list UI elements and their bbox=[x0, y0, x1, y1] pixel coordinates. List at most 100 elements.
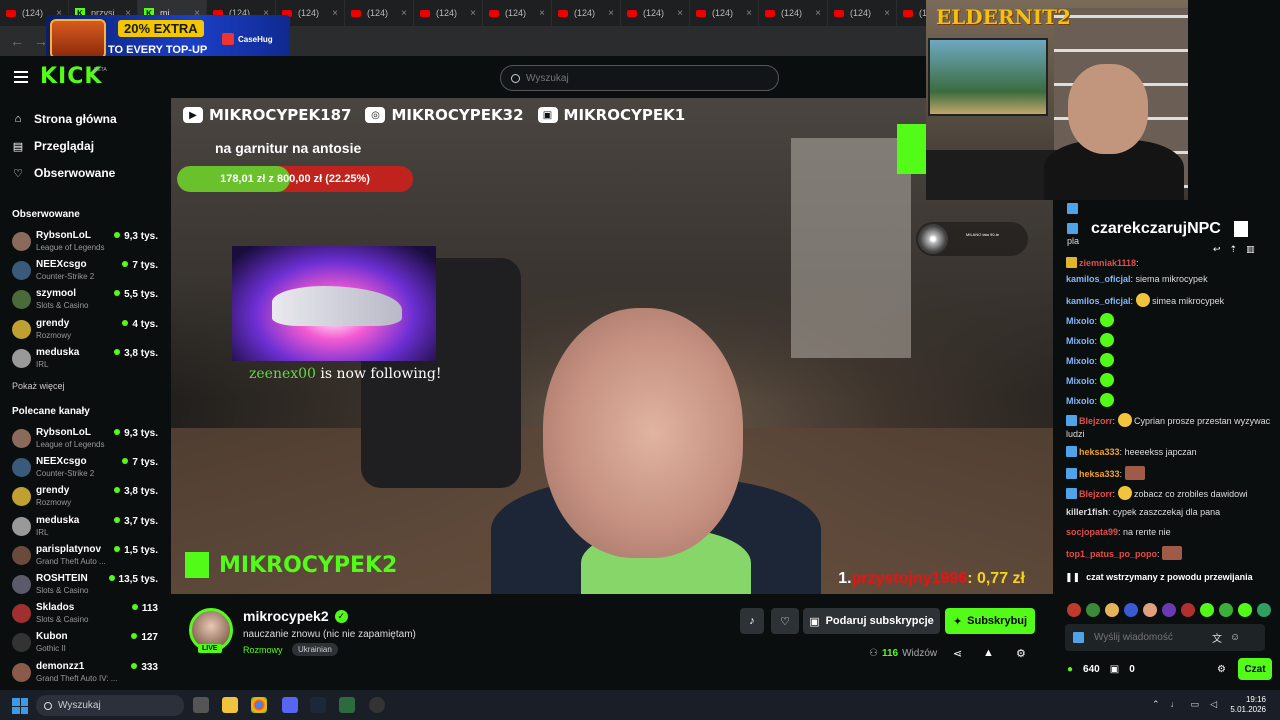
browser-tab[interactable]: (124)× bbox=[759, 0, 828, 26]
chat-message[interactable]: Mixolo: bbox=[1066, 353, 1271, 368]
chat-username[interactable]: kamilos_oficjal bbox=[1066, 296, 1131, 306]
chat-username[interactable]: Mixolo bbox=[1066, 356, 1095, 366]
emote-icon[interactable] bbox=[1086, 603, 1100, 617]
discord-icon[interactable] bbox=[282, 697, 298, 713]
points-count[interactable]: 640 bbox=[1083, 664, 1100, 675]
chat-message[interactable]: Mixolo: bbox=[1066, 393, 1271, 408]
pin-icon[interactable]: ⇡ bbox=[1230, 244, 1238, 255]
delete-icon[interactable]: ▥ bbox=[1246, 244, 1255, 255]
channel-item[interactable]: meduska IRL 3,7 tys. bbox=[12, 514, 162, 542]
chat-message[interactable]: kamilos_oficjal: siema mikrocypek bbox=[1066, 273, 1271, 286]
emote-icon[interactable] bbox=[1143, 603, 1157, 617]
emote-icon[interactable] bbox=[1181, 603, 1195, 617]
stream-category[interactable]: Rozmowy bbox=[243, 645, 283, 655]
notification-bell-button[interactable]: ♪ bbox=[740, 608, 764, 634]
chat-username[interactable]: Blejzorr bbox=[1079, 416, 1113, 426]
channel-item[interactable]: szymool Slots & Casino 5,5 tys. bbox=[12, 287, 162, 315]
chat-input-box[interactable]: 文 ☺ bbox=[1065, 624, 1265, 651]
chat-message[interactable]: ziemniak1118: bbox=[1066, 257, 1271, 270]
chat-message[interactable]: Mixolo: bbox=[1066, 373, 1271, 388]
promo-banner[interactable]: 20% EXTRA TO EVERY TOP-UP CaseHug bbox=[46, 15, 290, 61]
reply-icon[interactable]: ↩ bbox=[1213, 244, 1221, 255]
share-icon[interactable]: ⋖ bbox=[953, 647, 962, 660]
follow-button[interactable]: ♡ bbox=[771, 608, 799, 634]
chat-username[interactable]: Mixolo bbox=[1066, 396, 1095, 406]
browser-tab[interactable]: (124)× bbox=[690, 0, 759, 26]
gift-subs-button[interactable]: ▣ Podaruj subskrypcje bbox=[803, 608, 940, 634]
windows-start-icon[interactable] bbox=[12, 698, 28, 714]
channel-item[interactable]: grendy Rozmowy 4 tys. bbox=[12, 317, 162, 345]
emote-icon[interactable] bbox=[1257, 603, 1271, 617]
chat-message[interactable]: Mixolo: bbox=[1066, 313, 1271, 328]
close-tab-icon[interactable]: × bbox=[884, 8, 890, 19]
emote-icon[interactable] bbox=[1200, 603, 1214, 617]
app-icon[interactable] bbox=[369, 697, 385, 713]
chat-username[interactable]: kamilos_oficjal bbox=[1066, 274, 1131, 284]
chat-username[interactable]: Mixolo bbox=[1066, 336, 1095, 346]
channel-item[interactable]: demonzz1 Grand Theft Auto IV: ... 333 bbox=[12, 660, 162, 688]
close-tab-icon[interactable]: × bbox=[746, 8, 752, 19]
chat-username[interactable]: Mixolo bbox=[1066, 316, 1095, 326]
emoji-icon[interactable]: ☺ bbox=[1230, 632, 1240, 643]
nav-following[interactable]: ♡ Obserwowane bbox=[12, 166, 115, 180]
chat-username[interactable]: Mixolo bbox=[1066, 376, 1095, 386]
search-input[interactable] bbox=[526, 72, 746, 84]
streamer-name[interactable]: mikrocypek2 bbox=[243, 608, 329, 624]
file-explorer-icon[interactable] bbox=[222, 697, 238, 713]
chat-username[interactable]: ziemniak1118 bbox=[1079, 258, 1136, 268]
chat-message-input[interactable] bbox=[1094, 632, 1204, 643]
chat-message[interactable]: top1_patus_po_popo: bbox=[1066, 546, 1271, 561]
channel-item[interactable]: Kubon Gothic II 127 bbox=[12, 630, 162, 658]
close-tab-icon[interactable]: × bbox=[815, 8, 821, 19]
back-arrow-icon[interactable]: ← bbox=[10, 33, 24, 49]
close-tab-icon[interactable]: × bbox=[677, 8, 683, 19]
close-tab-icon[interactable]: × bbox=[608, 8, 614, 19]
steam-icon[interactable] bbox=[310, 697, 326, 713]
emote-icon[interactable] bbox=[1238, 603, 1252, 617]
browser-tab[interactable]: (124)× bbox=[621, 0, 690, 26]
network-icon[interactable]: ▭ bbox=[1191, 699, 1200, 710]
chat-settings-icon[interactable]: ⚙ bbox=[1217, 664, 1226, 675]
chat-message[interactable]: Mixolo: bbox=[1066, 333, 1271, 348]
gift-count[interactable]: 0 bbox=[1129, 664, 1135, 675]
chevron-up-icon[interactable]: ⌃ bbox=[1152, 699, 1160, 710]
close-tab-icon[interactable]: × bbox=[332, 8, 338, 19]
clock[interactable]: 19:16 5.01.2026 bbox=[1230, 695, 1266, 715]
video-player[interactable]: ▶ MIKROCYPEK187 ◎ MIKROCYPEK32 ▣ MIKROCYPEK1 … bbox=[171, 98, 1053, 594]
nav-home[interactable]: ⌂ Strona główna bbox=[12, 112, 117, 126]
chat-message[interactable]: heksa333: bbox=[1066, 466, 1271, 481]
chat-message[interactable]: killer1fish: cypek zaszczekaj dla pana bbox=[1066, 506, 1271, 519]
chat-paused-banner[interactable]: ❚❚ czat wstrzymany z powodu przewijania bbox=[1065, 569, 1270, 585]
channel-item[interactable]: grendy Rozmowy 3,8 tys. bbox=[12, 484, 162, 512]
browser-tab[interactable]: (124)× bbox=[828, 0, 897, 26]
browser-tab[interactable]: (124)× bbox=[483, 0, 552, 26]
nav-browse[interactable]: ▤ Przeglądaj bbox=[12, 139, 94, 153]
microphone-icon[interactable]: ♩ bbox=[1171, 699, 1180, 710]
channel-item[interactable]: meduska IRL 3,8 tys. bbox=[12, 346, 162, 374]
report-icon[interactable]: ▲ bbox=[983, 647, 994, 659]
browser-tab[interactable]: (124)× bbox=[897, 0, 926, 26]
emote-icon[interactable] bbox=[1067, 603, 1081, 617]
chat-username[interactable]: heksa333 bbox=[1079, 447, 1120, 457]
chat-send-button[interactable]: Czat bbox=[1238, 658, 1272, 680]
chat-username[interactable]: Blejzorr bbox=[1079, 489, 1113, 499]
chat-message[interactable]: Blejzorr: Cyprian prosze przestan wyzywa… bbox=[1066, 413, 1271, 441]
emote-icon[interactable] bbox=[1162, 603, 1176, 617]
close-tab-icon[interactable]: × bbox=[401, 8, 407, 19]
task-view-icon[interactable] bbox=[193, 697, 209, 713]
chat-message[interactable]: heksa333: heeeekss japczan bbox=[1066, 446, 1271, 459]
chat-message[interactable]: Blejzorr: zobacz co zrobiles dawidowi bbox=[1066, 486, 1271, 501]
close-tab-icon[interactable]: × bbox=[470, 8, 476, 19]
show-more-link[interactable]: Pokaż więcej bbox=[12, 381, 65, 391]
chat-username[interactable]: socjopata99 bbox=[1066, 527, 1118, 537]
chat-username[interactable]: killer1fish bbox=[1066, 507, 1108, 517]
volume-icon[interactable]: ◁ bbox=[1210, 699, 1217, 710]
search-box[interactable] bbox=[500, 65, 779, 91]
browser-tab[interactable]: (124)× bbox=[414, 0, 483, 26]
emote-icon[interactable] bbox=[1105, 603, 1119, 617]
channel-item[interactable]: NEEXcsgo Counter-Strike 2 7 tys. bbox=[12, 455, 162, 483]
chrome-icon[interactable] bbox=[251, 697, 267, 713]
channel-item[interactable]: Sklados Slots & Casino 113 bbox=[12, 601, 162, 629]
user-settings-icon[interactable]: ⚙ bbox=[1016, 647, 1026, 660]
browser-tab[interactable]: (124)× bbox=[552, 0, 621, 26]
